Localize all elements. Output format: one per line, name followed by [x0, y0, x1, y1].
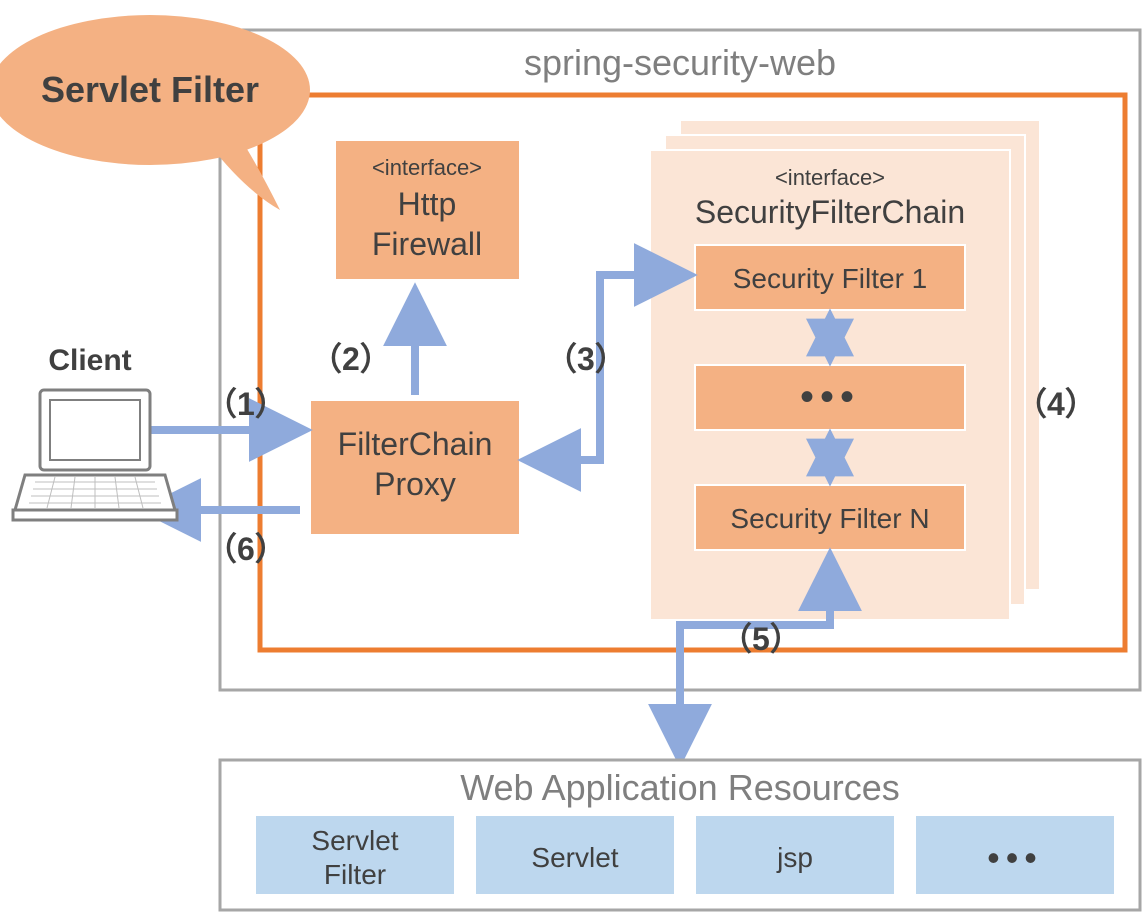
- http-firewall-name1: Http: [398, 186, 457, 222]
- resource-jsp-label: jsp: [776, 842, 813, 873]
- chain-name: SecurityFilterChain: [695, 194, 965, 230]
- resource-servlet-filter-1: Servlet: [311, 825, 398, 856]
- resource-servlet-filter-2: Filter: [324, 859, 386, 890]
- step-1: （1）: [205, 386, 287, 422]
- http-firewall-name2: Firewall: [372, 226, 482, 262]
- architecture-diagram: spring-security-web <interface> Http Fir…: [0, 0, 1145, 914]
- step-5: （5）: [720, 621, 802, 657]
- callout-label: Servlet Filter: [41, 69, 259, 110]
- filterchainproxy-name1: FilterChain: [338, 426, 493, 462]
- laptop-icon: [13, 390, 177, 520]
- filterchainproxy-name2: Proxy: [374, 466, 456, 502]
- step-3: （3）: [545, 341, 627, 377]
- resource-servlet-label: Servlet: [531, 842, 618, 873]
- chain-stereotype: <interface>: [775, 165, 885, 190]
- security-filter-ellipsis: •••: [800, 375, 860, 419]
- step-4: （4）: [1015, 386, 1097, 422]
- client-label: Client: [48, 344, 131, 377]
- step-6: （6）: [205, 531, 287, 567]
- security-filter-1-label: Security Filter 1: [733, 263, 928, 294]
- outer-title: spring-security-web: [524, 42, 836, 83]
- security-filter-n-label: Security Filter N: [730, 503, 929, 534]
- resource-etc-label: •••: [987, 837, 1043, 878]
- http-firewall-stereotype: <interface>: [372, 155, 482, 180]
- step-2: （2）: [310, 341, 392, 377]
- resources-title: Web Application Resources: [460, 767, 900, 808]
